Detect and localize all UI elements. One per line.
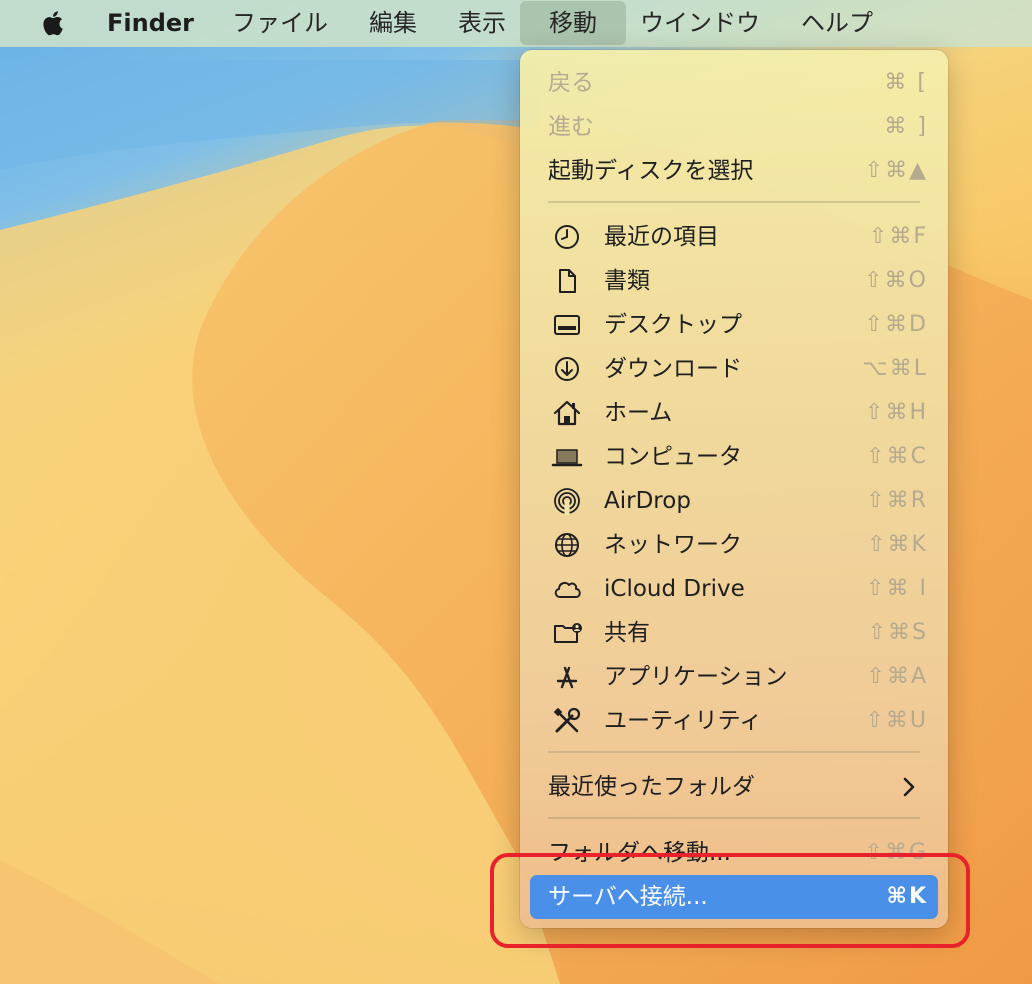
menu-item-shared[interactable]: 共有 ⇧⌘S bbox=[530, 611, 938, 655]
menu-item-forward[interactable]: 進む ⌘ ] bbox=[530, 105, 938, 149]
shared-folder-icon bbox=[554, 623, 582, 643]
menu-item-icloud[interactable]: iCloud Drive ⇧⌘ I bbox=[530, 567, 938, 611]
menu-item-computer[interactable]: コンピュータ ⇧⌘C bbox=[530, 435, 938, 479]
menu-window[interactable]: ウインドウ bbox=[640, 0, 760, 47]
menu-item-startup-disk[interactable]: 起動ディスクを選択 ⇧⌘▲ bbox=[530, 149, 938, 193]
home-icon bbox=[553, 400, 581, 426]
menu-item-applications[interactable]: アプリケーション ⇧⌘A bbox=[530, 655, 938, 699]
applications-icon bbox=[556, 666, 578, 689]
download-icon bbox=[555, 357, 579, 381]
menu-item-airdrop[interactable]: AirDrop ⇧⌘R bbox=[530, 479, 938, 523]
utilities-icon bbox=[553, 707, 581, 733]
desktop-icon bbox=[554, 315, 580, 335]
globe-icon bbox=[555, 533, 579, 557]
menu-item-home[interactable]: ホーム ⇧⌘H bbox=[530, 391, 938, 435]
menu-item-desktop[interactable]: デスクトップ ⇧⌘D bbox=[530, 303, 938, 347]
chevron-right-icon bbox=[903, 777, 915, 797]
clock-icon bbox=[555, 225, 579, 249]
menu-item-recents[interactable]: 最近の項目 ⇧⌘F bbox=[530, 215, 938, 259]
menu-item-documents[interactable]: 書類 ⇧⌘O bbox=[530, 259, 938, 303]
menu-item-downloads[interactable]: ダウンロード ⌥⌘L bbox=[530, 347, 938, 391]
airdrop-icon bbox=[554, 488, 580, 515]
menu-bar: Finder ファイル 編集 表示 移動 ウインドウ ヘルプ bbox=[0, 0, 1032, 47]
go-menu-dropdown: 戻る ⌘ [ 進む ⌘ ] 起動ディスクを選択 ⇧⌘▲ 最近の項目 ⇧⌘F 書類… bbox=[520, 50, 948, 928]
menu-help[interactable]: ヘルプ bbox=[801, 0, 873, 47]
menu-view[interactable]: 表示 bbox=[458, 0, 506, 47]
menu-edit[interactable]: 編集 bbox=[369, 0, 417, 47]
menu-file[interactable]: ファイル bbox=[232, 0, 328, 47]
apple-logo-icon[interactable] bbox=[38, 7, 70, 39]
menu-item-utilities[interactable]: ユーティリティ ⇧⌘U bbox=[530, 699, 938, 743]
menu-app-name[interactable]: Finder bbox=[107, 0, 194, 47]
menu-item-recent-folders[interactable]: 最近使ったフォルダ bbox=[530, 765, 938, 809]
menu-separator bbox=[548, 751, 920, 753]
menu-item-network[interactable]: ネットワーク ⇧⌘K bbox=[530, 523, 938, 567]
document-icon bbox=[559, 269, 576, 293]
menu-go[interactable]: 移動 bbox=[520, 1, 626, 45]
cloud-icon bbox=[554, 581, 581, 598]
annotation-highlight-box bbox=[490, 853, 970, 948]
menu-separator bbox=[548, 817, 920, 819]
menu-separator bbox=[548, 201, 920, 203]
menu-item-back[interactable]: 戻る ⌘ [ bbox=[530, 61, 938, 105]
laptop-icon bbox=[551, 449, 583, 467]
